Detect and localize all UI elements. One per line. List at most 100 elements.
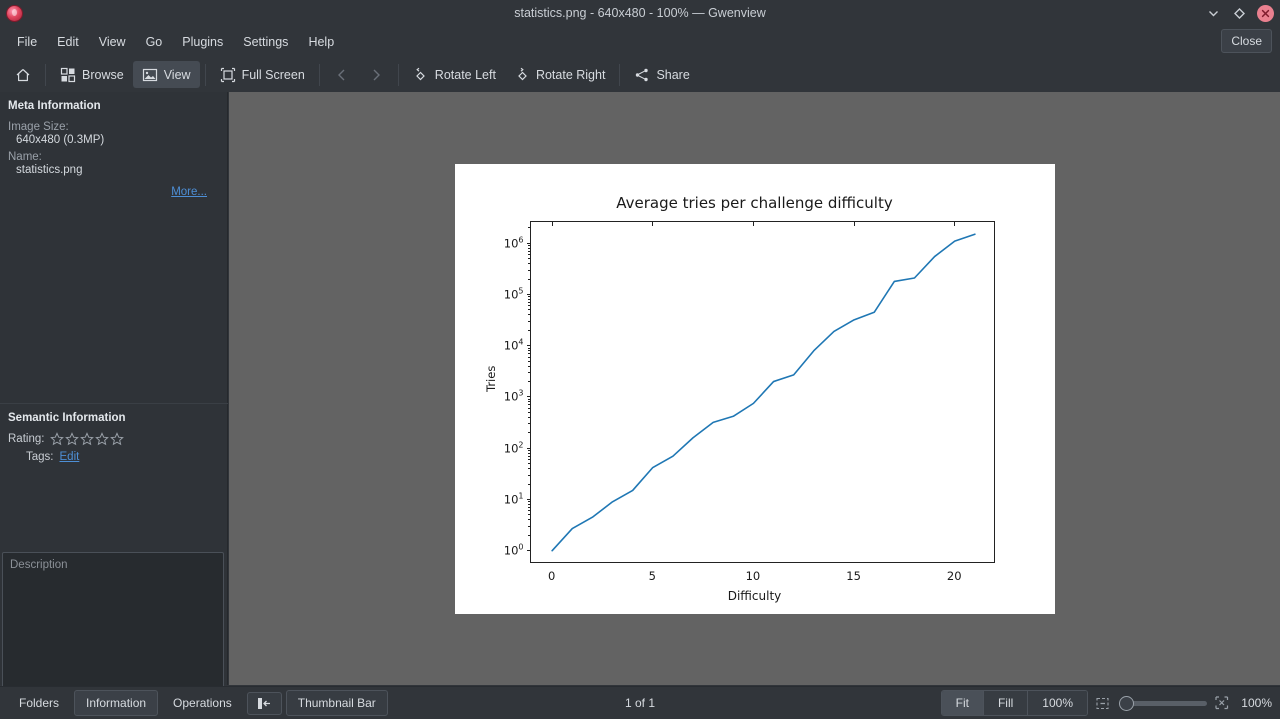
view-button[interactable]: View (132, 61, 200, 88)
toolbar-separator-5 (619, 63, 621, 86)
toolbar-separator-4 (397, 63, 399, 86)
semantic-information-heading: Semantic Information (8, 412, 126, 424)
tags-edit-link[interactable]: Edit (60, 451, 80, 463)
close-icon[interactable] (1257, 5, 1274, 22)
zoom-in-icon[interactable] (1215, 695, 1230, 711)
more-row: More... (0, 176, 227, 200)
collapse-sidebar-button[interactable] (246, 691, 282, 715)
tab-folders[interactable]: Folders (8, 691, 70, 715)
minimize-icon[interactable] (1205, 5, 1222, 22)
zoom-fill-button[interactable]: Fill (982, 691, 1028, 715)
information-sidebar: Meta Information Image Size: 640x480 (0.… (0, 92, 228, 719)
thumbnail-bar-button[interactable]: Thumbnail Bar (285, 690, 388, 716)
fullscreen-label: Full Screen (241, 67, 305, 82)
chart-title: Average tries per challenge difficulty (616, 193, 893, 212)
home-icon (16, 68, 30, 81)
menu-edit[interactable]: Edit (48, 31, 88, 53)
plot-frame: Tries 100 101 102 103 104 105 106 0 5 10 15 20 (484, 220, 995, 583)
tab-operations[interactable]: Operations (162, 691, 243, 715)
browse-button[interactable]: Browse (51, 61, 133, 88)
image-canvas: Average tries per challenge difficulty T… (454, 163, 1055, 614)
menu-plugins[interactable]: Plugins (173, 31, 232, 53)
image-size-row: Image Size: 640x480 (0.3MP) (0, 121, 227, 146)
browse-icon (60, 67, 76, 82)
x-tick-label: 5 (648, 568, 656, 583)
star-icon (50, 432, 65, 446)
name-key: Name: (8, 151, 42, 163)
tags-row: Tags: Edit (0, 446, 228, 463)
star-icon (95, 432, 110, 446)
home-button[interactable] (6, 61, 40, 88)
star-icon (110, 432, 125, 446)
chevron-right-icon (373, 69, 380, 80)
title-bar: statistics.png - 640x480 - 100% — Gwenvi… (0, 0, 1280, 27)
next-button[interactable] (359, 61, 393, 88)
window-title: statistics.png - 640x480 - 100% — Gwenvi… (514, 6, 766, 20)
status-bar: Folders Information Operations Thumbnail… (0, 686, 1280, 719)
toolbar-separator-3 (318, 63, 320, 86)
menu-help[interactable]: Help (299, 31, 343, 53)
rating-stars[interactable] (50, 432, 125, 446)
y-tick-label: 102 (503, 440, 524, 456)
name-row: Name: statistics.png (0, 151, 227, 176)
x-axis-label: Difficulty (727, 588, 782, 603)
x-tick-label: 10 (745, 568, 761, 583)
tab-information[interactable]: Information (74, 690, 159, 716)
menu-bar: File Edit View Go Plugins Settings Help (0, 28, 1280, 55)
rotate-left-icon (415, 67, 425, 80)
more-link[interactable]: More... (171, 186, 207, 198)
fullscreen-button[interactable]: Full Screen (211, 61, 314, 88)
image-size-value: 640x480 (0.3MP) (16, 134, 105, 146)
browse-label: Browse (82, 67, 124, 82)
tags-label: Tags: (26, 451, 54, 463)
zoom-slider-track (1126, 700, 1207, 706)
data-line (550, 232, 976, 552)
previous-button[interactable] (325, 61, 359, 88)
share-button[interactable]: Share (625, 61, 698, 88)
star-icon (65, 432, 80, 446)
zoom-slider[interactable] (1119, 695, 1207, 711)
fullscreen-icon (220, 67, 235, 82)
zoom-controls: Fit Fill 100% 100% (940, 690, 1272, 716)
rotate-right-icon (518, 67, 527, 80)
chevron-left-icon (337, 69, 345, 80)
zoom-mode-segmented: Fit Fill 100% (940, 690, 1088, 716)
gwenview-window: statistics.png - 640x480 - 100% — Gwenvi… (0, 0, 1280, 719)
y-tick-label: 101 (503, 491, 524, 507)
zoom-slider-handle[interactable] (1119, 695, 1134, 711)
x-tick-label: 0 (547, 568, 556, 583)
y-tick-label: 105 (503, 286, 524, 302)
y-tick-label: 104 (503, 337, 524, 353)
semantic-information-block: Semantic Information Rating: Tags: Edit (0, 395, 228, 463)
chart-plot (550, 232, 976, 552)
menu-view[interactable]: View (90, 31, 135, 53)
collapse-sidebar-icon (257, 697, 270, 709)
y-axis-label: Tries (483, 365, 498, 392)
rotate-right-button[interactable]: Rotate Right (505, 61, 614, 88)
view-icon (142, 68, 157, 81)
maximize-icon[interactable] (1231, 5, 1248, 22)
meta-information-heading: Meta Information (8, 100, 101, 112)
x-tick-label: 15 (846, 568, 861, 583)
zoom-100-button[interactable]: 100% (1027, 691, 1087, 715)
zoom-fit-button[interactable]: Fit (941, 691, 983, 715)
rating-row: Rating: (0, 428, 228, 446)
zoom-out-icon[interactable] (1096, 696, 1111, 711)
name-value: statistics.png (16, 164, 83, 176)
view-label: View (163, 67, 191, 82)
menu-go[interactable]: Go (137, 31, 172, 53)
rotate-right-label: Rotate Right (535, 67, 606, 82)
y-tick-label: 100 (503, 542, 524, 558)
menu-settings[interactable]: Settings (234, 31, 297, 53)
menu-file[interactable]: File (8, 31, 46, 53)
star-icon (80, 432, 95, 446)
share-icon (636, 68, 649, 81)
toolbar-separator (45, 63, 46, 86)
rotate-left-label: Rotate Left (434, 67, 496, 82)
rating-label: Rating: (8, 433, 45, 445)
rotate-left-button[interactable]: Rotate Left (404, 61, 505, 88)
image-view-area[interactable]: Average tries per challenge difficulty T… (229, 92, 1280, 685)
x-tick-label: 20 (946, 568, 962, 583)
image-size-key: Image Size: (8, 121, 69, 133)
window-controls (1205, 0, 1274, 27)
